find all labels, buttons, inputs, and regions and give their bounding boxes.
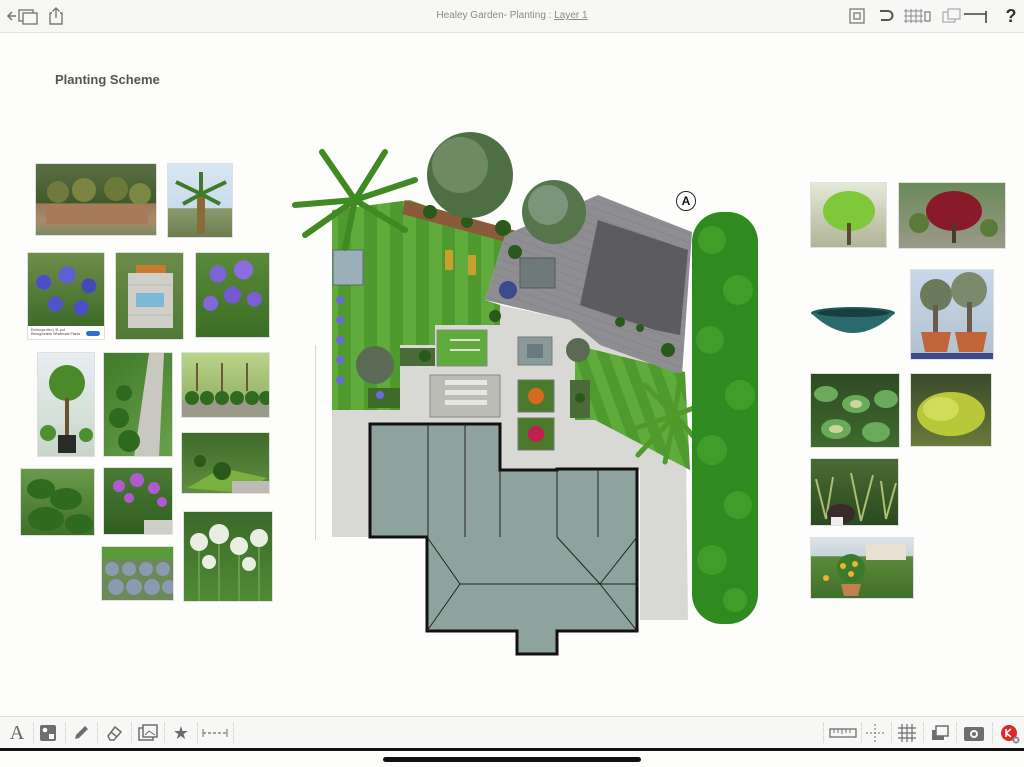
toolbar-divider [992,723,993,743]
image-allium-border[interactable] [103,467,173,535]
guides-icon[interactable] [864,722,886,744]
fire-pit [519,257,556,289]
toolbar-divider [197,723,198,743]
toolbar-divider [823,723,824,743]
layer-link[interactable]: Layer 1 [554,10,587,21]
toolbar-divider [956,723,957,743]
grid-lock-icon[interactable] [903,5,933,27]
dimension-line-icon[interactable] [201,722,229,744]
toolbar-divider [97,723,98,743]
page-heading: Planting Scheme [55,72,160,87]
step-slabs [445,380,487,405]
hot-tub [332,249,364,286]
shapes-tool-icon[interactable] [37,722,59,744]
image-teal-bowl-planter[interactable] [810,305,896,343]
image-paved-courtyard[interactable] [115,252,184,340]
record-badge-icon[interactable] [998,722,1020,744]
image-caption: Echinops ritro | 9L pot Recognizable Who… [31,328,81,336]
north-arrow-icon: A [676,191,696,211]
grid-icon[interactable] [896,722,918,744]
toolbar-divider [891,723,892,743]
image-hakonechloa-grass[interactable] [910,373,992,447]
image-box-hedge-cloud[interactable] [20,468,95,536]
home-indicator[interactable] [383,757,641,762]
home-indicator-bar [0,748,1024,767]
ruler-icon[interactable] [829,722,857,744]
lawn-panel [436,329,488,367]
settings-camera-icon[interactable] [962,722,986,744]
eraser-tool-icon[interactable] [103,722,125,744]
text-tool-icon[interactable]: A [6,722,28,744]
frame-capture-icon[interactable] [846,5,868,27]
undo-icon[interactable] [875,5,897,27]
sun-lounger [445,250,453,270]
tree-canopy [356,346,394,384]
planter-pot [499,281,517,299]
image-ornamental-grasses[interactable] [810,458,899,526]
layers-icon[interactable] [929,722,951,744]
image-hosta-border[interactable] [810,373,900,448]
pen-tool-icon[interactable] [70,722,92,744]
favourites-star-icon[interactable]: ★ [170,722,192,744]
image-topiary-wall[interactable] [35,163,157,236]
image-agapanthus[interactable] [195,252,270,338]
image-box-balls-path[interactable] [103,352,173,457]
shrub [566,338,590,362]
toolbar-divider [233,723,234,743]
top-toolbar: Healey Garden- Planting : Layer 1 ? [0,0,1024,33]
toolbar-divider [164,723,165,743]
image-palm-tree[interactable] [167,163,233,238]
caption-button [86,331,100,336]
document-name: Healey Garden- Planting [436,10,546,21]
toolbar-divider [65,723,66,743]
bottom-toolbar: A ★ [0,716,1024,748]
document-title: Healey Garden- Planting : Layer 1 [0,10,1024,21]
image-acer-green[interactable] [810,182,887,248]
sun-lounger [468,255,476,275]
toolbar-divider [33,723,34,743]
image-allium-white[interactable] [183,511,273,602]
allium-photo [28,253,104,326]
shrub-border [368,388,400,408]
image-citrus-terrace[interactable] [810,537,914,599]
title-separator: : [545,10,555,21]
image-acer-red[interactable] [898,182,1006,249]
help-icon[interactable]: ? [1000,5,1022,27]
garden-plan[interactable] [290,130,770,660]
toolbar-divider [923,723,924,743]
layers-line-icon[interactable] [940,5,990,27]
image-lavender-mounds[interactable] [101,546,174,601]
images-tool-icon[interactable] [137,722,159,744]
image-olive-trees-pots[interactable] [910,269,994,360]
toolbar-divider [131,723,132,743]
toolbar-divider [861,723,862,743]
image-standard-tree[interactable] [37,352,95,457]
image-lawn-topiary[interactable] [181,432,270,494]
image-box-hedge-row[interactable] [181,352,270,418]
image-allium-blue[interactable]: Echinops ritro | 9L pot Recognizable Who… [27,252,105,340]
